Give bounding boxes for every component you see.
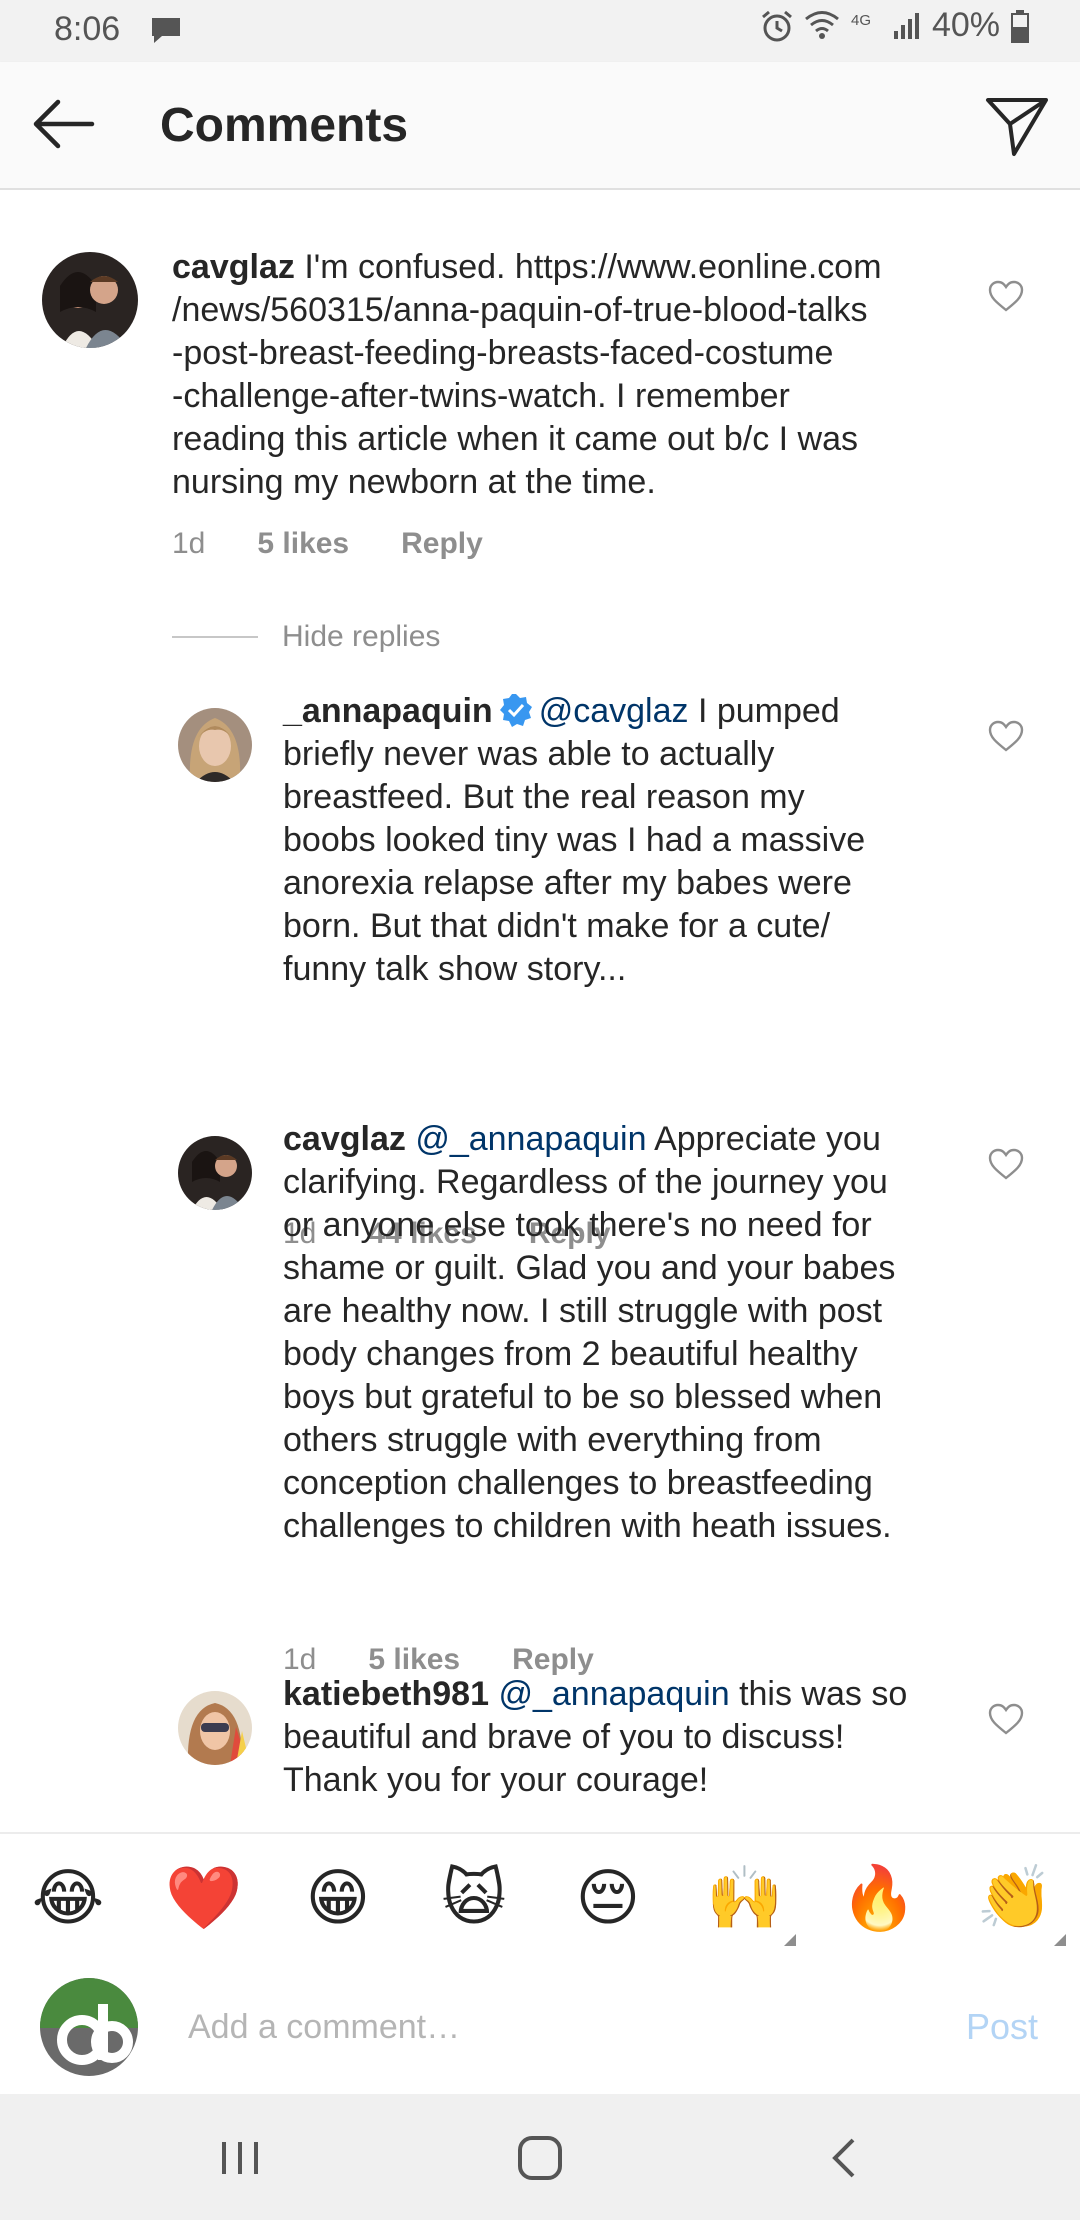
mention-link[interactable]: @_annapaquin: [415, 1120, 646, 1158]
reply-line: boys but grateful to be so blessed when: [283, 1378, 883, 1416]
battery-percent: 40%: [931, 6, 1000, 44]
emoji-pensive-icon[interactable]: 😔: [570, 1860, 646, 1936]
verified-badge-icon: [499, 694, 532, 727]
reply-line: boobs looked tiny was I had a massive: [283, 821, 866, 859]
comment-input[interactable]: [186, 1998, 890, 2056]
reply-line: clarifying. Regardless of the journey yo…: [283, 1163, 888, 1201]
reply-meta: 1d 5 likes Reply: [283, 1643, 594, 1677]
4g-icon: 4G: [851, 12, 871, 29]
current-user-avatar: [40, 1978, 138, 2076]
hide-replies-label[interactable]: Hide replies: [282, 620, 440, 654]
avatar[interactable]: [42, 252, 138, 348]
comment-line: reading this article when it came out b/…: [172, 420, 858, 458]
reply-text: _annapaquin @cavglaz I pumped briefly ne…: [283, 690, 963, 991]
reply-line: funny talk show story...: [283, 950, 627, 988]
mention-link[interactable]: @cavglaz: [539, 692, 689, 730]
reply-line: body changes from 2 beautiful healthy: [283, 1335, 858, 1373]
reply-likes[interactable]: 5 likes: [368, 1643, 460, 1677]
comment-line: -challenge-after-twins-watch. I remember: [172, 377, 790, 415]
comment-line: /news/560315/anna-paquin-of-true-blood-t…: [172, 291, 868, 329]
paper-plane-icon[interactable]: [984, 92, 1050, 158]
emoji-glyph: 👏: [976, 1861, 1054, 1934]
comment-meta: 1d 5 likes Reply: [172, 527, 483, 561]
quick-emoji-bar: 😂 ❤️ 😁 🙀 😔 🙌 🔥 👏: [0, 1832, 1080, 1964]
reply-line: shame or guilt. Glad you and your babes: [283, 1249, 896, 1287]
reply-username[interactable]: cavglaz: [283, 1120, 406, 1158]
message-icon: [152, 18, 180, 43]
reply-item: cavglaz @_annapaquin Appreciate you clar…: [0, 1118, 1080, 1718]
emoji-laughing-icon[interactable]: 😂: [30, 1860, 106, 1936]
svg-text:4G: 4G: [851, 12, 871, 29]
reply-line: challenges to children with heath issues…: [283, 1507, 892, 1545]
recent-apps-icon[interactable]: [210, 2130, 270, 2186]
reply-button[interactable]: Reply: [401, 527, 483, 561]
reply-text: katiebeth981 @_annapaquin this was so be…: [283, 1673, 983, 1802]
avatar[interactable]: [178, 708, 252, 782]
battery-icon: [1011, 9, 1029, 43]
back-nav-icon[interactable]: [815, 2130, 875, 2186]
emoji-scared-cat-icon[interactable]: 🙀: [436, 1860, 512, 1936]
status-time: 8:06: [54, 10, 121, 48]
mention-link[interactable]: @_annapaquin: [498, 1675, 729, 1713]
reply-line: beautiful and brave of you to discuss!: [283, 1718, 845, 1756]
reply-username[interactable]: katiebeth981: [283, 1675, 489, 1713]
comment-likes[interactable]: 5 likes: [257, 527, 349, 561]
reply-line: others struggle with everything from: [283, 1421, 822, 1459]
reply-item: katiebeth981 @_annapaquin this was so be…: [0, 1673, 1080, 1832]
comment-item: cavglaz I'm confused. https://www.eonlin…: [0, 190, 1080, 590]
reply-button[interactable]: Reply: [512, 1643, 594, 1677]
signal-icon: [893, 12, 919, 39]
page-title: Comments: [160, 99, 409, 152]
reply-time: 1d: [283, 1643, 317, 1676]
comment-username[interactable]: cavglaz: [172, 248, 295, 286]
comment-line: nursing my newborn at the time.: [172, 463, 656, 501]
comment-text: cavglaz I'm confused. https://www.eonlin…: [172, 246, 972, 504]
reply-line: or anyone else took there's no need for: [283, 1206, 872, 1244]
reply-line: are healthy now. I still struggle with p…: [283, 1292, 883, 1330]
reply-line: this was so: [739, 1675, 908, 1713]
comment-line: -post-breast-feeding-breasts-faced-costu…: [172, 334, 834, 372]
emoji-glyph: 🙌: [706, 1861, 784, 1934]
comment-time: 1d: [172, 527, 206, 560]
status-bar: 8:06 4G 40%: [0, 0, 1080, 62]
like-heart-icon[interactable]: [988, 720, 1024, 752]
variant-indicator-icon: [784, 1934, 796, 1946]
reply-username[interactable]: _annapaquin: [283, 692, 493, 730]
like-heart-icon[interactable]: [988, 280, 1024, 312]
reply-line: briefly never was able to actually: [283, 735, 775, 773]
comments-list[interactable]: cavglaz I'm confused. https://www.eonlin…: [0, 190, 1080, 1832]
emoji-heart-icon[interactable]: ❤️: [165, 1860, 242, 1936]
reply-line: breastfeed. But the real reason my: [283, 778, 805, 816]
avatar[interactable]: [178, 1691, 252, 1765]
comment-line: I'm confused. https://www.eonline.com: [304, 248, 882, 286]
emoji-clap-icon[interactable]: 👏: [976, 1860, 1066, 1946]
emoji-raised-hands-icon[interactable]: 🙌: [706, 1860, 796, 1946]
post-button[interactable]: Post: [966, 2006, 1038, 2048]
home-icon[interactable]: [510, 2130, 570, 2186]
status-icons: 4G 40%: [760, 6, 1030, 45]
wifi-icon: [804, 10, 839, 39]
reply-line: Thank you for your courage!: [283, 1761, 709, 1799]
avatar[interactable]: [178, 1136, 252, 1210]
variant-indicator-icon: [1054, 1934, 1066, 1946]
emoji-grin-icon[interactable]: 😁: [300, 1860, 376, 1936]
reply-line: I pumped: [697, 692, 840, 730]
system-nav-bar: [0, 2094, 1080, 2220]
back-arrow-icon[interactable]: [28, 94, 98, 154]
reply-line: anorexia relapse after my babes were: [283, 864, 852, 902]
like-heart-icon[interactable]: [988, 1148, 1024, 1180]
reply-line: conception challenges to breastfeeding: [283, 1464, 873, 1502]
divider: [172, 636, 258, 638]
comment-composer: Post: [0, 1962, 1080, 2092]
reply-line: born. But that didn't make for a cute/: [283, 907, 831, 945]
hide-replies-toggle[interactable]: Hide replies: [172, 620, 440, 654]
emoji-fire-icon[interactable]: 🔥: [840, 1860, 917, 1936]
alarm-icon: [761, 10, 792, 41]
reply-line: Appreciate you: [654, 1120, 881, 1158]
like-heart-icon[interactable]: [988, 1703, 1024, 1735]
reply-text: cavglaz @_annapaquin Appreciate you clar…: [283, 1118, 983, 1548]
comments-header: Comments: [0, 62, 1080, 190]
